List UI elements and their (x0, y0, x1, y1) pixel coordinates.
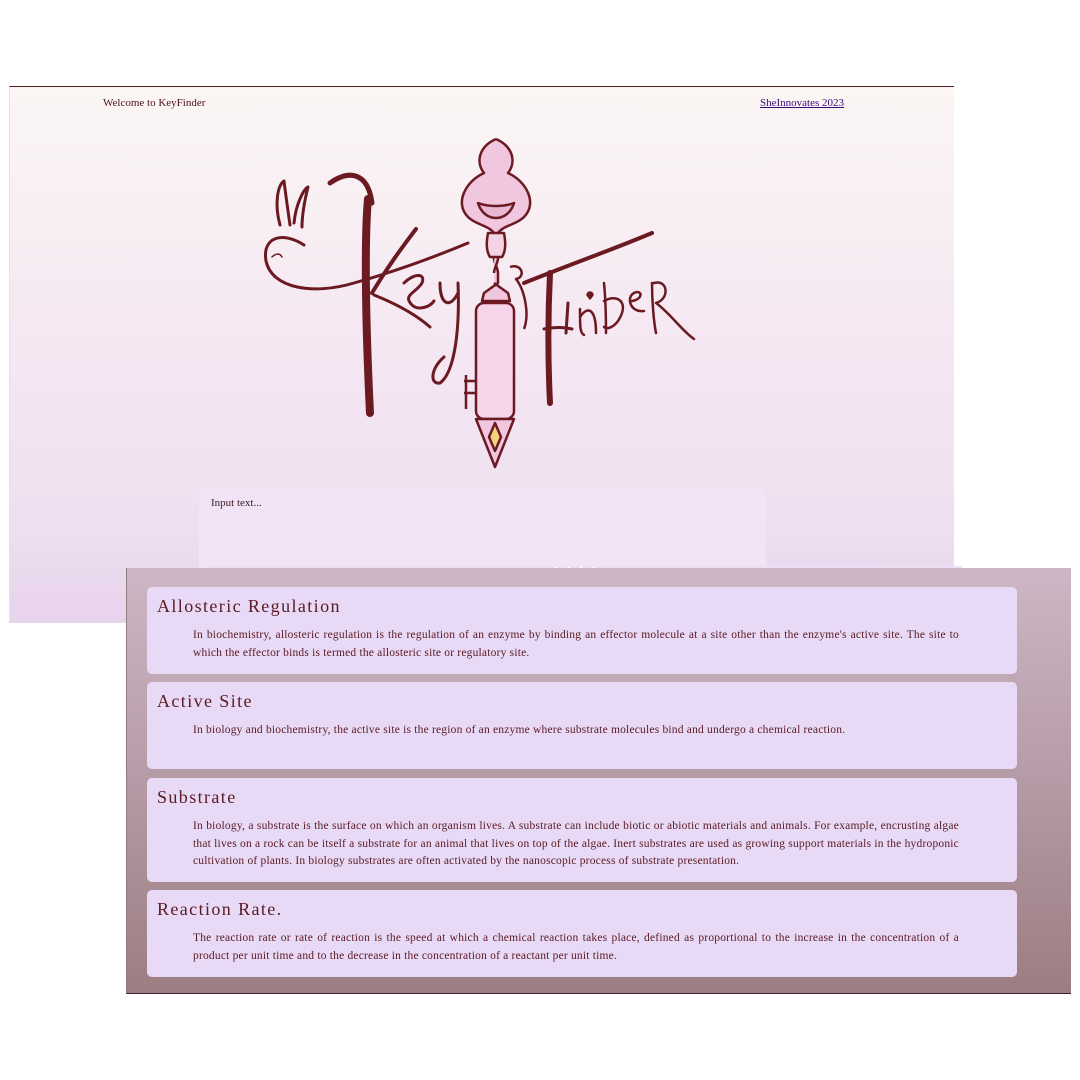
definition-body: In biology, a substrate is the surface o… (193, 820, 959, 867)
definition-card: Active Site In biology and biochemistry,… (147, 682, 1017, 769)
sheinnovates-link[interactable]: SheInnovates 2023 (760, 97, 844, 109)
keyfinder-logo (264, 137, 696, 469)
definition-title: Substrate (157, 787, 237, 807)
definition-body: The reaction rate or rate of reaction is… (193, 932, 959, 962)
definition-body: In biology and biochemistry, the active … (193, 724, 846, 736)
definition-card: Reaction Rate. The reaction rate or rate… (147, 890, 1017, 977)
landing-panel: Welcome to KeyFinder SheInnovates 2023 (9, 86, 954, 623)
welcome-text: Welcome to KeyFinder (103, 97, 206, 109)
definition-body: In biochemistry, allosteric regulation i… (193, 629, 959, 659)
definition-card: Allosteric Regulation In biochemistry, a… (147, 587, 1017, 674)
definition-title: Active Site (157, 691, 253, 711)
definitions-panel: Allosteric Regulation In biochemistry, a… (126, 568, 1071, 994)
definition-title: Reaction Rate. (157, 899, 283, 919)
definition-title: Allosteric Regulation (157, 596, 341, 616)
definition-card: Substrate In biology, a substrate is the… (147, 778, 1017, 882)
